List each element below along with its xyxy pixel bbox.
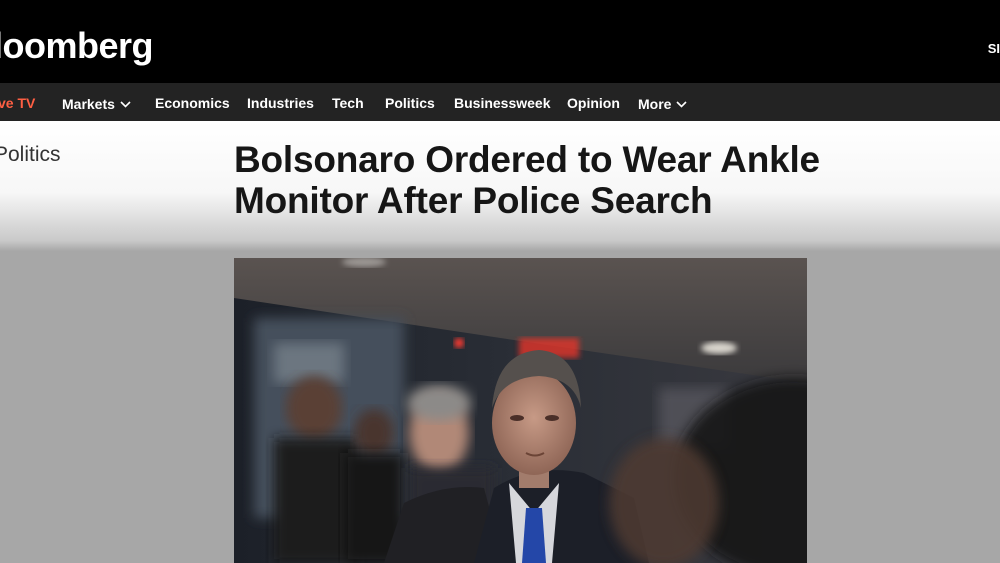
nav-item-label: Economics bbox=[155, 95, 230, 111]
nav-item-markets[interactable]: Markets bbox=[62, 95, 131, 112]
masthead: loomberg SI bbox=[0, 5, 1000, 83]
nav-item-label: Industries bbox=[247, 95, 314, 111]
nav-item-live-tv[interactable]: ve TV bbox=[0, 95, 35, 111]
header-corner-text[interactable]: SI bbox=[988, 41, 1000, 56]
chevron-down-icon bbox=[676, 95, 688, 111]
nav-item-businessweek[interactable]: Businessweek bbox=[454, 95, 551, 111]
nav-item-politics[interactable]: Politics bbox=[385, 95, 435, 111]
nav-item-label: ve TV bbox=[0, 95, 36, 111]
nav-item-label: More bbox=[638, 96, 672, 112]
section-label[interactable]: Politics bbox=[0, 143, 61, 167]
bloomberg-logo[interactable]: loomberg bbox=[0, 26, 154, 66]
nav-item-more[interactable]: More bbox=[638, 95, 688, 112]
nav-item-tech[interactable]: Tech bbox=[332, 95, 364, 111]
main-nav: ve TV Markets Economics Industries Tech … bbox=[0, 83, 1000, 121]
nav-item-label: Businessweek bbox=[454, 95, 551, 111]
nav-item-label: Markets bbox=[62, 96, 115, 112]
nav-item-label: Tech bbox=[332, 95, 364, 111]
article-photo bbox=[234, 258, 807, 563]
nav-item-opinion[interactable]: Opinion bbox=[567, 95, 620, 111]
nav-item-industries[interactable]: Industries bbox=[247, 95, 314, 111]
nav-item-economics[interactable]: Economics bbox=[155, 95, 230, 111]
article-headline: Bolsonaro Ordered to Wear Ankle Monitor … bbox=[234, 139, 820, 221]
article-header: Politics Bolsonaro Ordered to Wear Ankle… bbox=[0, 121, 1000, 251]
chevron-down-icon bbox=[120, 95, 131, 111]
nav-item-label: Opinion bbox=[567, 95, 620, 111]
photo-illustration bbox=[234, 258, 807, 563]
nav-item-label: Politics bbox=[385, 95, 435, 111]
